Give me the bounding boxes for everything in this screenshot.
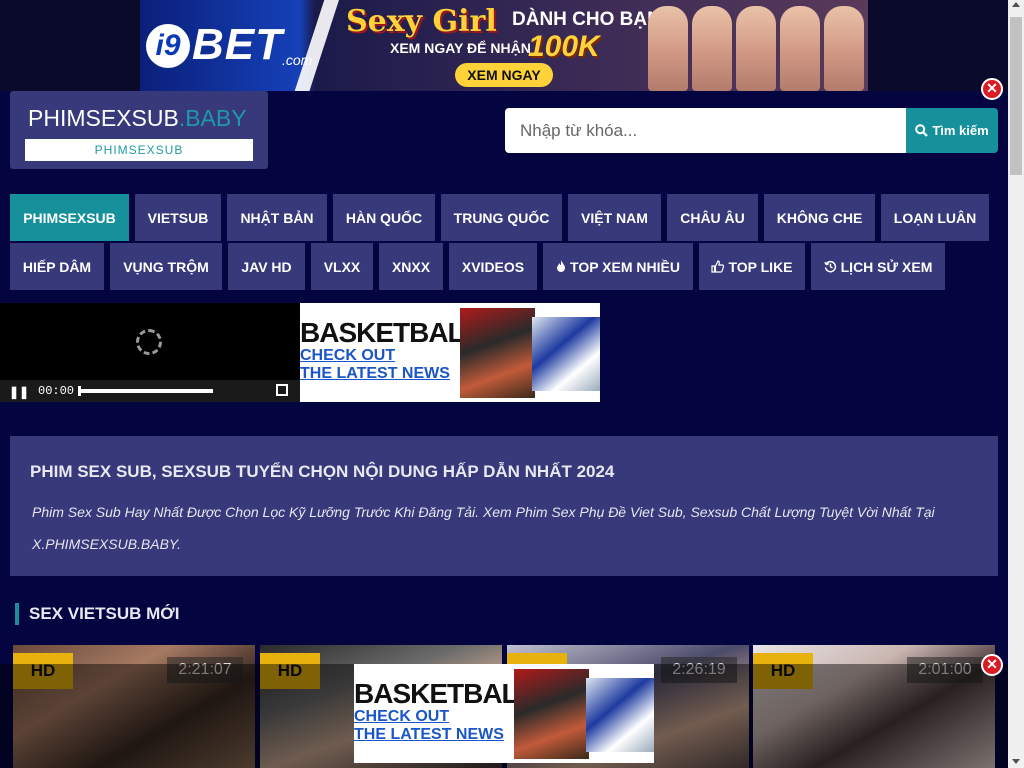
bottom-sticky-ad: BASKETBALL CHECK OUT THE LATEST NEWS bbox=[0, 664, 1008, 768]
logo-prefix: i9 bbox=[146, 24, 190, 68]
video-ad-player[interactable]: ❚❚ 00:00 bbox=[0, 303, 300, 402]
thumbs-up-icon bbox=[711, 260, 725, 273]
fire-icon bbox=[557, 260, 566, 272]
nav-item-phimsexsub[interactable]: PHIMSEXSUB bbox=[10, 194, 129, 241]
nav-item-trung-quoc[interactable]: TRUNG QUỐC bbox=[441, 194, 562, 241]
player-progress-bar[interactable] bbox=[78, 386, 213, 396]
banner-headline: Sexy Girl bbox=[346, 4, 497, 39]
logo-title: PHIMSEXSUB.BABY bbox=[28, 105, 247, 131]
ad-link-latest-news[interactable]: THE LATEST NEWS bbox=[300, 365, 450, 383]
close-bottom-ad-button[interactable]: ✕ bbox=[981, 654, 1003, 676]
nav-item-xnxx[interactable]: XNXX bbox=[379, 243, 443, 290]
nav-item-jav-hd[interactable]: JAV HD bbox=[228, 243, 305, 290]
search-button-label: Tìm kiếm bbox=[932, 123, 989, 138]
search-button[interactable]: Tìm kiếm bbox=[906, 108, 998, 153]
nav-item-han-quoc[interactable]: HÀN QUỐC bbox=[333, 194, 435, 241]
player-time: 00:00 bbox=[38, 384, 75, 398]
search-input[interactable] bbox=[505, 108, 906, 153]
intro-heading: PHIM SEX SUB, SEXSUB TUYỂN CHỌN NỘI DUNG… bbox=[30, 462, 615, 481]
site-logo[interactable]: PHIMSEXSUB.BABY PHIMSEXSUB bbox=[10, 91, 268, 169]
ad-basketball-image bbox=[514, 669, 589, 759]
banner-cta-button[interactable]: XEM NGAY bbox=[455, 63, 553, 87]
intro-text: Phim Sex Sub Hay Nhất Được Chọn Lọc Kỹ L… bbox=[32, 504, 935, 552]
player-controls: ❚❚ 00:00 bbox=[0, 380, 300, 402]
basketball-ad[interactable]: BASKETBALL CHECK OUT THE LATEST NEWS bbox=[300, 303, 600, 402]
nav-item-khong-che[interactable]: KHÔNG CHE bbox=[764, 194, 875, 241]
ad-basketball-image bbox=[460, 308, 535, 398]
ad-football-image bbox=[532, 317, 600, 391]
scroll-up-icon[interactable] bbox=[1012, 2, 1020, 7]
logo-main: BET bbox=[192, 20, 283, 69]
nav-item-nhat-ban[interactable]: NHẬT BẢN bbox=[227, 194, 327, 241]
scrollbar-thumb[interactable] bbox=[1010, 17, 1022, 175]
banner-amount: 100K bbox=[528, 30, 600, 63]
logo-subtitle: PHIMSEXSUB bbox=[25, 139, 253, 161]
intro-panel: PHIM SEX SUB, SEXSUB TUYỂN CHỌN NỘI DUNG… bbox=[10, 436, 998, 576]
ad-football-image bbox=[586, 678, 654, 752]
nav-item-xvideos[interactable]: XVIDEOS bbox=[449, 243, 537, 290]
history-icon bbox=[823, 260, 836, 273]
top-ad-area: i9 BET .com Sexy Girl DÀNH CHO BẠN XEM N… bbox=[0, 0, 1008, 91]
scroll-down-icon[interactable] bbox=[1012, 759, 1020, 764]
ad-title: BASKETBALL bbox=[300, 317, 481, 348]
nav-item-top-xem-nhieu[interactable]: TOP XEM NHIỀU bbox=[543, 243, 693, 290]
banner-models-image bbox=[648, 6, 864, 91]
nav-item-loan-luan[interactable]: LOẠN LUÂN bbox=[881, 194, 989, 241]
nav-item-vung-trom[interactable]: VỤNG TRỘM bbox=[110, 243, 222, 290]
close-top-ad-button[interactable]: ✕ bbox=[981, 78, 1003, 100]
vertical-scrollbar[interactable] bbox=[1008, 0, 1024, 768]
search-icon bbox=[915, 124, 929, 137]
nav-item-top-like[interactable]: TOP LIKE bbox=[699, 243, 805, 290]
ad-link-check-out[interactable]: CHECK OUT bbox=[300, 347, 395, 365]
progress-knob[interactable] bbox=[78, 386, 81, 396]
nav-item-vlxx[interactable]: VLXX bbox=[311, 243, 373, 290]
nav-item-chau-au[interactable]: CHÂU ÂU bbox=[667, 194, 758, 241]
nav-item-lich-su-xem[interactable]: LỊCH SỬ XEM bbox=[811, 243, 945, 290]
banner-line2: XEM NGAY ĐỂ NHẬN bbox=[390, 40, 531, 56]
nav-item-viet-nam[interactable]: VIỆT NAM bbox=[568, 194, 661, 241]
ad-title: BASKETBALL bbox=[354, 678, 535, 709]
loading-spinner-icon bbox=[136, 329, 162, 355]
fullscreen-icon[interactable] bbox=[276, 384, 288, 396]
ad-link-check-out[interactable]: CHECK OUT bbox=[354, 708, 449, 726]
nav-item-hiep-dam[interactable]: HIẾP DÂM bbox=[10, 243, 104, 290]
banner-subtitle: DÀNH CHO BẠN bbox=[512, 9, 661, 30]
ad-link-latest-news[interactable]: THE LATEST NEWS bbox=[354, 726, 504, 744]
i9bet-banner-ad[interactable]: i9 BET .com Sexy Girl DÀNH CHO BẠN XEM N… bbox=[140, 0, 868, 91]
section-title: SEX VIETSUB MỚI bbox=[15, 603, 180, 625]
pause-icon[interactable]: ❚❚ bbox=[9, 385, 29, 399]
i9bet-logo: i9 BET .com bbox=[146, 18, 321, 70]
basketball-ad-bottom[interactable]: BASKETBALL CHECK OUT THE LATEST NEWS bbox=[354, 664, 654, 763]
nav-item-vietsub[interactable]: VIETSUB bbox=[135, 194, 221, 241]
